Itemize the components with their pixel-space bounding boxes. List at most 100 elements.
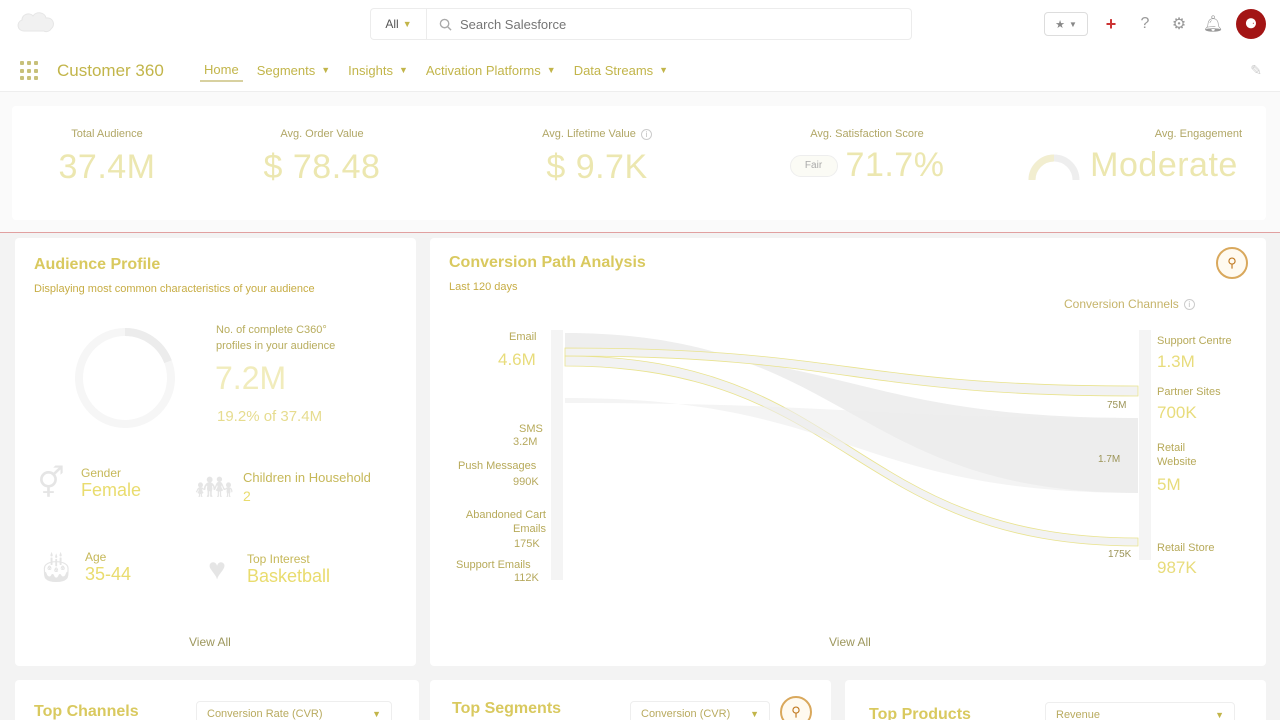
- view-all-link[interactable]: View All: [189, 635, 231, 649]
- search-input[interactable]: [460, 16, 860, 32]
- avatar[interactable]: ⚈: [1236, 9, 1266, 39]
- salesforce-cloud-logo[interactable]: [14, 9, 58, 37]
- kpi-label: Avg. Order Value: [280, 128, 364, 140]
- profile-completion-donut: [75, 328, 175, 428]
- chevron-down-icon[interactable]: ▼: [659, 65, 668, 75]
- app-launcher-icon[interactable]: [20, 61, 40, 81]
- info-icon[interactable]: i: [640, 128, 652, 140]
- birthday-cake-icon: 🎂︎: [37, 551, 76, 584]
- sankey-source-label: Push Messages: [458, 460, 537, 472]
- select-value: Revenue: [1056, 709, 1101, 720]
- children-attribute: 👪︎ Children in Household 2: [195, 470, 405, 510]
- search-scope-select[interactable]: All ▼: [371, 9, 427, 39]
- sankey-source-label: SMS: [519, 423, 543, 435]
- tab-label: Home: [204, 61, 239, 77]
- help-icon[interactable]: ?: [1134, 13, 1156, 35]
- card-title: Audience Profile: [34, 256, 161, 273]
- sankey-target-label: Retail Website: [1157, 442, 1197, 468]
- sankey-target-value: 700K: [1157, 403, 1197, 422]
- top-products-metric-select[interactable]: Revenue ▼: [1045, 702, 1235, 720]
- status-badge: Fair: [789, 154, 838, 177]
- complete-profiles-percent: 19.2% of 37.4M: [217, 408, 323, 425]
- label-line: profiles in your audience: [216, 340, 336, 352]
- header-actions: ★ ▼ + ? ⚙ 🔔︎ ⚈: [1044, 8, 1266, 40]
- sankey-source-value: 175K: [514, 538, 540, 550]
- sankey-flow-label: 175K: [1108, 549, 1132, 560]
- metrics-banner: Total Audience 37.4M Avg. Order Value $ …: [0, 92, 1280, 233]
- search-icon: [439, 18, 452, 31]
- sankey-source-label: Email: [509, 331, 537, 343]
- sankey-target-value: 1.3M: [1157, 352, 1195, 371]
- family-icon: 👪︎: [195, 471, 234, 504]
- app-name: Customer 360: [57, 61, 164, 80]
- sankey-flow[interactable]: [565, 398, 1138, 493]
- gender-attribute: ⚥ Gender Female: [33, 466, 193, 506]
- conversion-path-card: Conversion Path Analysis Last 120 days ⚲…: [430, 238, 1266, 666]
- complete-profiles-label: No. of complete C360° profiles in your a…: [216, 322, 335, 354]
- chevron-down-icon: ▼: [402, 19, 412, 29]
- top-channels-card: Top Channels Conversion Rate (CVR) ▼: [15, 680, 419, 720]
- kpi-avg-lifetime-value: Avg. Lifetime Value i $ 9.7K: [512, 126, 682, 187]
- bell-icon[interactable]: 🔔︎: [1202, 13, 1224, 35]
- kpi-label-row: Avg. Lifetime Value i: [512, 126, 682, 142]
- view-all-link[interactable]: View All: [829, 635, 871, 649]
- plus-icon[interactable]: +: [1100, 13, 1122, 35]
- kpi-label: Avg. Engagement: [1154, 128, 1242, 140]
- sankey-source-label: Abandoned Cart Emails: [465, 509, 546, 535]
- app-nav-bar: Customer 360 Home Segments ▼ Insights ▼ …: [0, 48, 1280, 92]
- top-products-card: Top Products Revenue ▼: [845, 680, 1266, 720]
- age-attribute: 🎂︎ Age 35-44: [37, 550, 197, 590]
- kpi-label: Avg. Satisfaction Score: [810, 128, 924, 140]
- tab-insights[interactable]: Insights ▼: [344, 58, 412, 82]
- pencil-icon[interactable]: ✎: [1250, 62, 1262, 79]
- kpi-avg-order-value: Avg. Order Value $ 78.48: [252, 126, 392, 187]
- top-segments-metric-select[interactable]: Conversion (CVR) ▼: [630, 701, 770, 720]
- search-field: [427, 16, 911, 32]
- kpi-avg-engagement: Avg. Engagement Moderate: [1022, 126, 1242, 185]
- kpi-value-row: Moderate: [1022, 146, 1242, 185]
- sankey-source-value: 990K: [513, 476, 539, 488]
- card-title: Top Segments: [452, 700, 562, 717]
- sankey-source-value: 4.6M: [498, 350, 536, 369]
- sankey-flow-label: 1.7M: [1098, 454, 1121, 465]
- tab-segments[interactable]: Segments ▼: [253, 58, 334, 82]
- tab-label: Segments: [256, 62, 316, 78]
- star-icon: ★: [1055, 18, 1065, 31]
- chevron-down-icon: ▼: [372, 709, 381, 719]
- sankey-diagram: [551, 330, 1151, 580]
- tab-home[interactable]: Home: [200, 58, 243, 82]
- gear-icon[interactable]: ⚙: [1168, 13, 1190, 35]
- card-title: Top Products: [869, 706, 971, 720]
- search-scope-label: All: [385, 17, 399, 31]
- sankey-target-label: Support Centre: [1157, 335, 1232, 347]
- favorites-button[interactable]: ★ ▼: [1044, 12, 1088, 36]
- sankey-source-label: Support Emails: [456, 559, 531, 571]
- tab-activation-platforms[interactable]: Activation Platforms ▼: [422, 58, 560, 82]
- attribute-value: 35-44: [85, 564, 132, 584]
- attribute-label: Age: [85, 550, 107, 564]
- chevron-down-icon[interactable]: ▼: [547, 65, 556, 75]
- select-value: Conversion (CVR): [641, 708, 731, 720]
- chevron-down-icon: ▼: [750, 709, 759, 719]
- interest-attribute: ♥ Top Interest Basketball: [199, 552, 399, 592]
- nav-tabs: Home Segments ▼ Insights ▼ Activation Pl…: [200, 58, 672, 82]
- tab-label: Insights: [348, 62, 393, 78]
- top-segments-card: Top Segments Conversion (CVR) ▼ ⚲: [430, 680, 831, 720]
- kpi-value: 37.4M: [58, 148, 156, 186]
- sankey-target-label: Retail Store: [1157, 542, 1215, 554]
- chevron-down-icon: ▼: [1068, 19, 1077, 29]
- tab-label: Data Streams: [573, 62, 654, 78]
- audience-profile-card: Audience Profile Displaying most common …: [15, 238, 416, 666]
- sankey-target-value: 987K: [1157, 558, 1197, 577]
- analytics-icon[interactable]: ⚲: [780, 696, 812, 720]
- attribute-value: Basketball: [247, 566, 331, 586]
- kpi-label: Total Audience: [71, 128, 143, 140]
- kpi-value: $ 78.48: [263, 148, 381, 186]
- chevron-down-icon[interactable]: ▼: [321, 65, 330, 75]
- tab-data-streams[interactable]: Data Streams ▼: [570, 58, 672, 82]
- attribute-label: Top Interest: [247, 552, 310, 566]
- chevron-down-icon[interactable]: ▼: [399, 65, 408, 75]
- complete-profiles-value: 7.2M: [215, 360, 287, 396]
- gauge-icon: [1028, 154, 1080, 180]
- top-channels-metric-select[interactable]: Conversion Rate (CVR) ▼: [196, 701, 392, 720]
